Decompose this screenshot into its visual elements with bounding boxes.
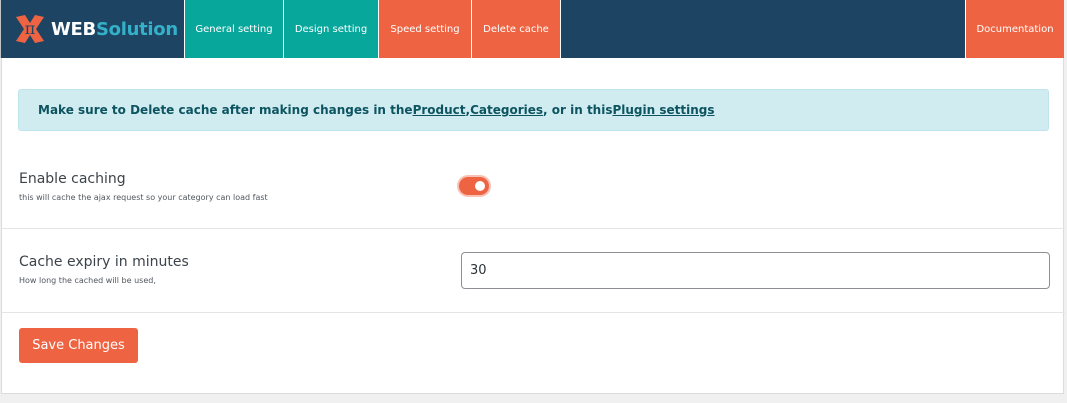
brand-name: WEBSolution xyxy=(51,19,178,40)
enable-caching-toggle[interactable] xyxy=(459,177,489,195)
product-link[interactable]: Product xyxy=(413,103,466,117)
tab-delete-cache[interactable]: Delete cache xyxy=(472,0,561,58)
cache-expiry-input[interactable] xyxy=(461,252,1050,289)
info-notice: Make sure to Delete cache after making c… xyxy=(18,89,1049,131)
cache-expiry-label: Cache expiry in minutes xyxy=(19,254,189,270)
toggle-knob xyxy=(475,181,485,191)
enable-caching-label: Enable caching xyxy=(19,171,126,187)
plugin-settings-link[interactable]: Plugin settings xyxy=(612,103,714,117)
save-changes-button[interactable]: Save Changes xyxy=(19,328,138,363)
enable-caching-description: this will cache the ajax request so your… xyxy=(19,193,268,202)
brand-name-part2: Solution xyxy=(95,18,178,40)
tab-general-setting[interactable]: General setting xyxy=(184,0,284,58)
pi-x-logo-icon: π xyxy=(16,15,44,43)
brand-logo[interactable]: π WEBSolution xyxy=(1,0,184,58)
tab-design-setting[interactable]: Design setting xyxy=(284,0,379,58)
svg-text:π: π xyxy=(25,19,36,38)
notice-text-before: Make sure to Delete cache after making c… xyxy=(38,103,413,117)
notice-text-middle: , or in this xyxy=(543,103,613,117)
brand-name-part1: WEB xyxy=(51,18,96,40)
documentation-button[interactable]: Documentation xyxy=(965,0,1064,58)
categories-link[interactable]: Categories xyxy=(470,103,543,117)
settings-panel: Make sure to Delete cache after making c… xyxy=(1,58,1065,394)
top-nav-bar: π WEBSolution General setting Design set… xyxy=(0,0,1064,58)
tab-speed-setting[interactable]: Speed setting xyxy=(379,0,472,58)
cache-expiry-description: How long the cached will be used, xyxy=(19,276,156,285)
row-divider xyxy=(2,312,1065,313)
row-divider xyxy=(2,228,1065,229)
